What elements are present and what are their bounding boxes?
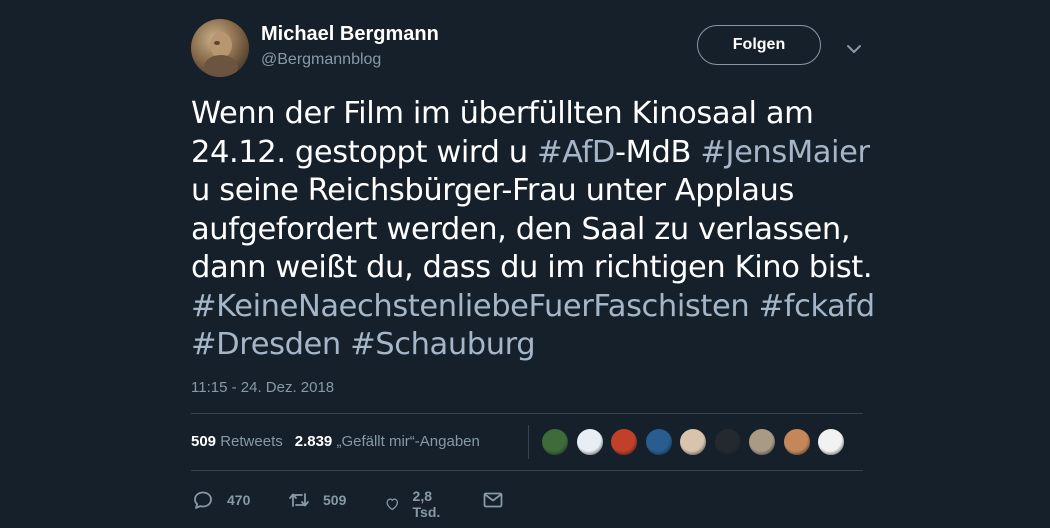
tweet-line: Wenn der Film im überfüllten Kinosaal am	[191, 95, 871, 134]
liker-avatar-9[interactable]	[817, 428, 845, 456]
retweet-icon	[289, 493, 309, 507]
liker-avatar-4[interactable]	[644, 428, 673, 456]
tweet-line: 24.12. gestoppt wird u #AfD-MdB #JensMai…	[191, 134, 871, 173]
author-handle[interactable]: @Bergmannblog	[261, 51, 381, 69]
likes-count: 2.839	[294, 433, 333, 450]
hashtag-link[interactable]: #Schauburg	[350, 327, 535, 362]
hashtag-link[interactable]: #AfD	[537, 135, 615, 170]
direct-message-button[interactable]	[481, 488, 505, 512]
tweet-text-segment	[749, 289, 758, 324]
liker-avatar-1[interactable]	[541, 428, 569, 456]
divider-top	[191, 413, 863, 414]
reply-icon	[194, 491, 212, 509]
retweets-stat[interactable]: 509 Retweets	[191, 433, 283, 450]
engagement-stats: 509 Retweets 2.839 „Gefällt mir“-Angaben	[191, 433, 480, 450]
stats-separator	[528, 425, 529, 459]
avatar-image	[204, 32, 238, 77]
tweet-line: u seine Reichsbürger-Frau unter Applaus	[191, 172, 871, 211]
tweet-timestamp[interactable]: 11:15 - 24. Dez. 2018	[191, 379, 334, 396]
tweet-text-segment: Wenn der Film im überfüllten Kinosaal am	[191, 96, 814, 131]
tweet-text-segment: dann weißt du, dass du im richtigen Kino…	[191, 250, 873, 285]
tweet-text-segment: -MdB	[615, 134, 701, 170]
liker-avatar-8[interactable]	[782, 428, 811, 456]
retweets-label: Retweets	[220, 433, 283, 450]
tweet-line: #Dresden #Schauburg	[191, 326, 871, 365]
tweet-page: Michael Bergmann @Bergmannblog Folgen We…	[0, 0, 1050, 528]
hashtag-link[interactable]: #Dresden	[191, 327, 341, 362]
retweets-count: 509	[191, 433, 217, 450]
tweet-text-segment: aufgefordert werden, den Saal zu verlass…	[191, 211, 851, 247]
author-avatar[interactable]	[191, 19, 249, 77]
liker-avatar-5[interactable]	[679, 428, 707, 456]
author-display-name[interactable]: Michael Bergmann	[261, 23, 439, 46]
tweet-text-segment	[341, 327, 350, 362]
like-count: 2,8 Tsd.	[412, 488, 441, 520]
liker-avatar-7[interactable]	[748, 428, 776, 456]
divider-bottom	[191, 470, 863, 471]
reply-count: 470	[227, 492, 251, 508]
envelope-icon	[483, 492, 503, 508]
liked-by-avatars	[541, 428, 852, 456]
liker-avatar-2[interactable]	[575, 428, 604, 456]
likes-label: „Gefällt mir“-Angaben	[336, 433, 480, 450]
tweet-line: aufgefordert werden, den Saal zu verlass…	[191, 211, 871, 250]
hashtag-link[interactable]: #fckafd	[759, 289, 876, 324]
tweet-line: dann weißt du, dass du im richtigen Kino…	[191, 249, 873, 288]
hashtag-link[interactable]: #KeineNaechstenliebeFuerFaschisten	[191, 289, 750, 324]
tweet-text: Wenn der Film im überfüllten Kinosaal am…	[191, 95, 875, 365]
follow-button[interactable]: Folgen	[697, 25, 821, 65]
retweet-button[interactable]: 509	[287, 488, 346, 512]
like-button[interactable]: 2,8 Tsd.	[384, 488, 448, 520]
retweet-count: 509	[323, 492, 347, 508]
reply-button[interactable]: 470	[191, 488, 250, 512]
liker-avatar-3[interactable]	[610, 428, 638, 456]
chevron-down-icon[interactable]	[845, 40, 863, 58]
tweet-line: #KeineNaechstenliebeFuerFaschisten #fcka…	[191, 288, 875, 327]
hashtag-link[interactable]: #JensMaier	[700, 135, 870, 170]
tweet-text-segment: 24.12. gestoppt wird u	[191, 134, 538, 170]
liker-avatar-6[interactable]	[713, 428, 742, 456]
likes-stat[interactable]: 2.839 „Gefällt mir“-Angaben	[295, 433, 480, 450]
heart-icon	[386, 498, 399, 511]
tweet-text-segment: u seine Reichsbürger-Frau unter Applaus	[191, 173, 794, 208]
